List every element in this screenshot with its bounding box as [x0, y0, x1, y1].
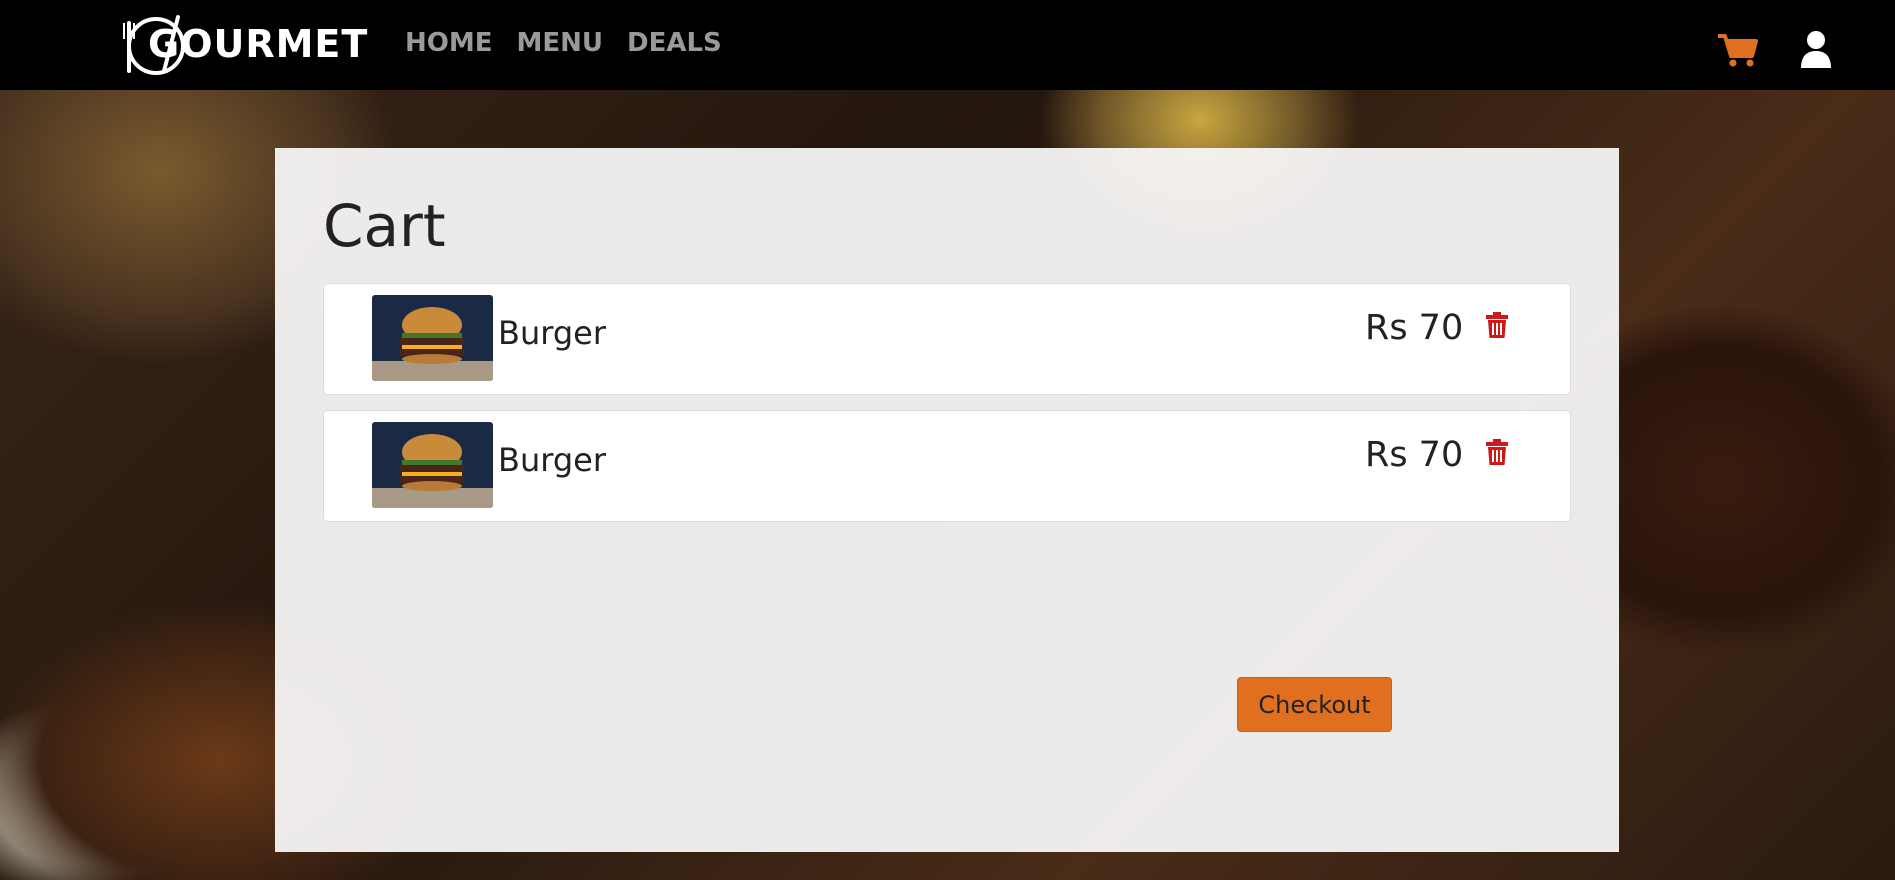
- page-title: Cart: [323, 192, 446, 260]
- nav-actions: [1716, 30, 1832, 74]
- item-name: Burger: [498, 441, 606, 479]
- cart-item: Burger Rs 70: [323, 283, 1571, 395]
- brand-logo[interactable]: GOURMET: [120, 10, 368, 78]
- main-nav: HOME MENU DEALS: [405, 28, 722, 58]
- nav-link-home[interactable]: HOME: [405, 28, 493, 58]
- item-price: Rs 70: [1365, 435, 1464, 475]
- nav-link-menu[interactable]: MENU: [517, 28, 604, 58]
- item-name: Burger: [498, 314, 606, 352]
- nav-link-deals[interactable]: DEALS: [627, 28, 722, 58]
- cart-item: Burger Rs 70: [323, 410, 1571, 522]
- user-icon[interactable]: [1800, 30, 1832, 74]
- cart-icon[interactable]: [1716, 32, 1758, 72]
- trash-icon[interactable]: [1486, 312, 1508, 342]
- plate-utensils-icon: [120, 11, 186, 77]
- top-navbar: GOURMET HOME MENU DEALS: [0, 0, 1895, 90]
- trash-icon[interactable]: [1486, 439, 1508, 469]
- burger-image: [372, 422, 493, 508]
- checkout-button[interactable]: Checkout: [1237, 677, 1392, 732]
- cart-item-list: Burger Rs 70 Burger Rs 70: [323, 283, 1571, 537]
- cart-panel: Cart Burger Rs 70 Burger Rs 70 Checkout: [275, 148, 1619, 852]
- burger-image: [372, 295, 493, 381]
- item-price: Rs 70: [1365, 308, 1464, 348]
